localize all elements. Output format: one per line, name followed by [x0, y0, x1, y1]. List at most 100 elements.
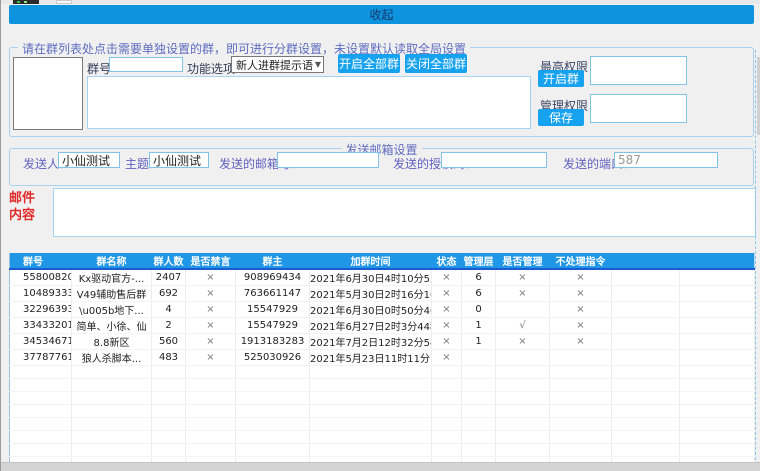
table-row[interactable]: 334332016简单、小徐、仙2×155479292021年6月27日2时3分…: [10, 318, 755, 334]
table-cell[interactable]: 简单、小徐、仙: [72, 318, 152, 334]
table-cell[interactable]: 4: [152, 302, 186, 318]
table-cell[interactable]: 1913183283: [236, 334, 310, 350]
table-cell[interactable]: 560: [152, 334, 186, 350]
table-cell[interactable]: 2: [152, 318, 186, 334]
table-cell[interactable]: [612, 334, 680, 350]
table-row[interactable]: 322963931\u005b地下...4 × 155479292021年6月30日…: [10, 302, 755, 318]
save-button[interactable]: 保存: [538, 109, 584, 126]
open-group-button[interactable]: 开启群: [538, 70, 584, 87]
table-cell[interactable]: 345346718: [10, 334, 72, 350]
table-cell[interactable]: ×: [550, 286, 612, 302]
table-cell[interactable]: 2021年6月30日0时50分40秒: [310, 302, 432, 318]
table-cell[interactable]: [680, 334, 755, 350]
table-cell[interactable]: 0: [462, 302, 496, 318]
table-cell[interactable]: ×: [432, 318, 462, 334]
collapse-button[interactable]: 收起: [9, 5, 754, 24]
mail-content-textarea[interactable]: [53, 188, 756, 237]
table-cell[interactable]: 1: [462, 318, 496, 334]
open-all-groups-button[interactable]: 开启全部群: [338, 54, 400, 73]
horizontal-scrollbar[interactable]: [1, 462, 760, 471]
table-cell[interactable]: V49辅助售后群: [72, 286, 152, 302]
admin-permission-input[interactable]: [590, 94, 687, 123]
close-all-groups-button[interactable]: 关闭全部群: [405, 54, 467, 73]
port-input[interactable]: [614, 152, 718, 168]
table-cell[interactable]: 908969434: [236, 269, 310, 286]
table-cell[interactable]: ×: [186, 334, 236, 350]
table-cell[interactable]: 525030926: [236, 350, 310, 366]
table-cell[interactable]: [612, 350, 680, 366]
table-cell[interactable]: ×: [186, 286, 236, 302]
table-row[interactable]: 104893330V49辅助售后群692×7636611472021年5月30日…: [10, 286, 755, 302]
table-row[interactable]: 3453467188.8新区560×19131832832021年7月2日12时…: [10, 334, 755, 350]
table-cell[interactable]: [550, 350, 612, 366]
table-cell[interactable]: 6: [462, 269, 496, 286]
table-cell[interactable]: 6: [462, 286, 496, 302]
table-header-cell[interactable]: 加群时间: [310, 253, 432, 269]
table-cell[interactable]: ×: [432, 302, 462, 318]
table-cell[interactable]: 2021年6月30日4时10分53秒: [310, 269, 432, 286]
table-cell[interactable]: 322963931: [10, 302, 72, 318]
table-header-cell[interactable]: [680, 253, 755, 269]
table-row[interactable]: 377877612狼人杀脚本...483×5250309262021年5月23日…: [10, 350, 755, 366]
sender-input[interactable]: [58, 152, 120, 168]
table-cell[interactable]: ×: [432, 269, 462, 286]
table-cell[interactable]: 2021年5月30日2时16分10秒: [310, 286, 432, 302]
table-cell[interactable]: Kx驱动官方-...: [72, 269, 152, 286]
table-cell[interactable]: 377877612: [10, 350, 72, 366]
table-cell[interactable]: ×: [550, 334, 612, 350]
table-cell[interactable]: 692: [152, 286, 186, 302]
table-header-cell[interactable]: 管理层: [462, 253, 496, 269]
table-cell[interactable]: √: [496, 318, 550, 334]
table-cell[interactable]: ×: [432, 286, 462, 302]
function-option-dropdown[interactable]: 新人进群提示语 ▼: [231, 56, 324, 73]
table-cell[interactable]: 15547929: [236, 318, 310, 334]
max-permission-input[interactable]: [590, 56, 687, 85]
table-cell[interactable]: ×: [550, 318, 612, 334]
table-cell[interactable]: [680, 286, 755, 302]
table-cell[interactable]: [496, 302, 550, 318]
table-header-cell[interactable]: 不处理指令: [550, 253, 612, 269]
table-header-cell[interactable]: 是否管理: [496, 253, 550, 269]
table-cell[interactable]: 104893330: [10, 286, 72, 302]
table-header-cell[interactable]: 群人数: [152, 253, 186, 269]
email-account-input[interactable]: [277, 152, 379, 168]
table-cell[interactable]: [612, 318, 680, 334]
table-cell[interactable]: 763661147: [236, 286, 310, 302]
group-listbox[interactable]: [13, 57, 83, 130]
table-cell[interactable]: [612, 286, 680, 302]
table-cell[interactable]: 334332016: [10, 318, 72, 334]
table-cell[interactable]: ×: [432, 350, 462, 366]
table-cell[interactable]: 狼人杀脚本...: [72, 350, 152, 366]
table-cell[interactable]: [680, 318, 755, 334]
table-cell[interactable]: [680, 269, 755, 286]
table-cell[interactable]: 2021年7月2日12时32分54秒: [310, 334, 432, 350]
table-cell[interactable]: ×: [550, 269, 612, 286]
table-cell[interactable]: ×: [186, 318, 236, 334]
table-header-cell[interactable]: 群号: [10, 253, 72, 269]
table-cell[interactable]: 2407: [152, 269, 186, 286]
table-cell[interactable]: ×: [496, 334, 550, 350]
table-cell[interactable]: ×: [432, 334, 462, 350]
table-cell[interactable]: 55800820: [10, 269, 72, 286]
table-header-cell[interactable]: 群主: [236, 253, 310, 269]
table-cell[interactable]: ×: [496, 286, 550, 302]
table-cell[interactable]: 2021年5月23日11时11分1秒: [310, 350, 432, 366]
table-header-cell[interactable]: 状态: [432, 253, 462, 269]
table-row[interactable]: 55800820Kx驱动官方-...2407×9089694342021年6月3…: [10, 269, 755, 286]
group-no-input[interactable]: [109, 57, 183, 72]
table-cell[interactable]: 15547929: [236, 302, 310, 318]
table-cell[interactable]: ×: [496, 269, 550, 286]
table-header-cell[interactable]: 是否禁言: [186, 253, 236, 269]
table-cell[interactable]: 483: [152, 350, 186, 366]
table-cell[interactable]: [612, 302, 680, 318]
table-header-cell[interactable]: 群名称: [72, 253, 152, 269]
table-cell[interactable]: [680, 302, 755, 318]
table-cell[interactable]: \u005b地下...: [72, 302, 152, 318]
table-cell[interactable]: ×: [186, 269, 236, 286]
table-cell[interactable]: ×: [186, 350, 236, 366]
table-cell[interactable]: [462, 350, 496, 366]
table-cell[interactable]: ×: [550, 302, 612, 318]
function-content-textarea[interactable]: [87, 76, 531, 129]
table-cell[interactable]: [496, 350, 550, 366]
table-header-cell[interactable]: [612, 253, 680, 269]
